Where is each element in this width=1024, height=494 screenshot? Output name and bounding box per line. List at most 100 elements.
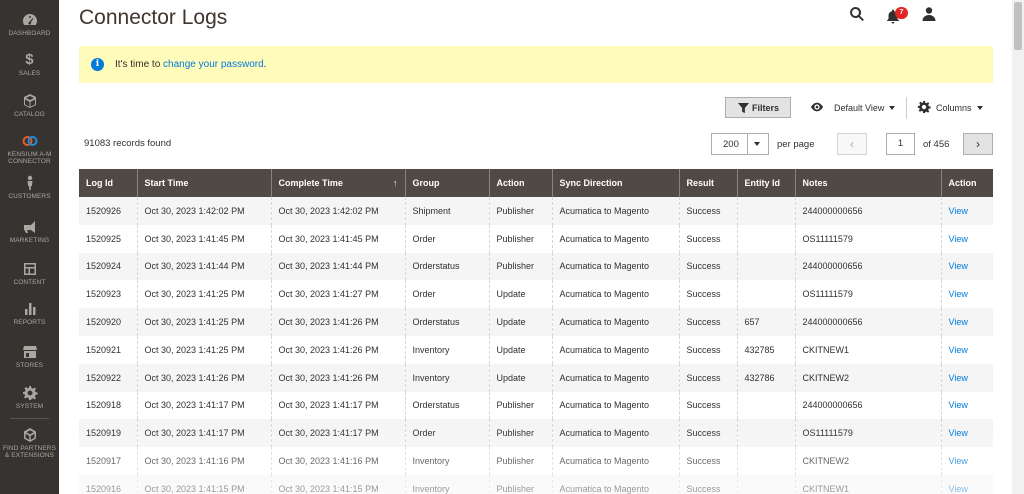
cube-icon xyxy=(22,427,38,443)
cell-notes: CKITNEW1 xyxy=(794,335,941,364)
nav-catalog[interactable]: CATALOG xyxy=(0,93,59,118)
cell-log-id: 1520917 xyxy=(79,447,137,475)
filters-button[interactable]: Filters xyxy=(725,97,791,118)
cell-view-link[interactable]: View xyxy=(940,308,993,336)
col-header-group[interactable]: Group xyxy=(404,169,489,197)
cell-notes: CKITNEW2 xyxy=(794,363,941,392)
nav-system[interactable]: SYSTEM xyxy=(0,385,59,410)
cell-complete-time: Oct 30, 2023 1:41:15 PM xyxy=(270,474,405,494)
cell-result: Success xyxy=(678,474,737,494)
chevron-down-icon xyxy=(976,106,983,110)
cell-complete-time: Oct 30, 2023 1:41:44 PM xyxy=(270,252,405,281)
cell-group: Inventory xyxy=(404,447,489,475)
cell-entity-id xyxy=(736,419,795,448)
cell-entity-id: 432786 xyxy=(736,363,795,392)
cell-log-id: 1520925 xyxy=(79,224,137,253)
nav-dashboard[interactable]: DASHBOARD xyxy=(0,12,59,37)
col-header-start-time[interactable]: Start Time xyxy=(136,169,271,197)
nav-kensium-connector[interactable]: KENSIUM A-M CONNECTOR xyxy=(0,133,59,165)
cell-complete-time: Oct 30, 2023 1:41:16 PM xyxy=(270,447,405,475)
col-header-log-id[interactable]: Log Id xyxy=(79,169,137,197)
page-scrollbar[interactable] xyxy=(1012,0,1024,494)
previous-page-button[interactable]: ‹ xyxy=(837,133,867,155)
cell-log-id: 1520924 xyxy=(79,252,137,281)
nav-stores[interactable]: STORES xyxy=(0,344,59,369)
cell-log-id: 1520921 xyxy=(79,335,137,364)
cell-start-time: Oct 30, 2023 1:41:44 PM xyxy=(136,252,271,281)
nav-marketing[interactable]: MARKETING xyxy=(0,219,59,244)
cell-notes: CKITNEW1 xyxy=(794,474,941,494)
table-row: 1520919 Oct 30, 2023 1:41:17 PM Oct 30, 20… xyxy=(79,419,993,448)
cell-group: Orderstatus xyxy=(404,252,489,281)
col-header-action[interactable]: Action xyxy=(488,169,552,197)
cell-start-time: Oct 30, 2023 1:41:25 PM xyxy=(136,280,271,309)
col-header-result[interactable]: Result xyxy=(678,169,737,197)
cell-view-link[interactable]: View xyxy=(940,391,993,420)
cell-view-link[interactable]: View xyxy=(940,197,993,225)
cell-complete-time: Oct 30, 2023 1:41:17 PM xyxy=(270,419,405,448)
cell-group: Order xyxy=(404,280,489,309)
nav-reports[interactable]: REPORTS xyxy=(0,301,59,326)
col-header-entity-id[interactable]: Entity Id xyxy=(736,169,795,197)
nav-content[interactable]: CONTENT xyxy=(0,261,59,286)
cell-sync-direction: Acumatica to Magento xyxy=(551,419,679,448)
cell-notes: OS11111579 xyxy=(794,419,941,448)
cell-view-link[interactable]: View xyxy=(940,252,993,281)
global-search-button[interactable] xyxy=(849,6,867,24)
gear-icon xyxy=(22,385,38,401)
cell-complete-time: Oct 30, 2023 1:41:45 PM xyxy=(270,224,405,253)
cell-log-id: 1520919 xyxy=(79,419,137,448)
cell-notes: 244000000656 xyxy=(794,308,941,336)
per-page-toggle[interactable] xyxy=(747,134,768,154)
cell-start-time: Oct 30, 2023 1:41:45 PM xyxy=(136,224,271,253)
col-header-complete-time[interactable]: Complete Time ↑ xyxy=(270,169,405,197)
cell-group: Inventory xyxy=(404,363,489,392)
toolbar-divider xyxy=(906,97,907,119)
cell-view-link[interactable]: View xyxy=(940,335,993,364)
cell-result: Success xyxy=(678,391,737,420)
current-page-input[interactable]: 1 xyxy=(886,133,915,155)
cell-notes: OS11111579 xyxy=(794,280,941,309)
cell-action: Publisher xyxy=(488,224,552,253)
cell-entity-id xyxy=(736,197,795,225)
col-header-sync-direction[interactable]: Sync Direction xyxy=(551,169,679,197)
cell-entity-id xyxy=(736,474,795,494)
cell-result: Success xyxy=(678,308,737,336)
cell-result: Success xyxy=(678,197,737,225)
cell-view-link[interactable]: View xyxy=(940,224,993,253)
col-header-notes[interactable]: Notes xyxy=(794,169,941,197)
nav-sales[interactable]: $ SALES xyxy=(0,52,59,78)
cell-view-link[interactable]: View xyxy=(940,447,993,475)
chevron-down-icon xyxy=(889,106,896,110)
cell-group: Inventory xyxy=(404,335,489,364)
sort-ascending-icon: ↑ xyxy=(393,178,398,188)
cell-action: Publisher xyxy=(488,391,552,420)
cell-result: Success xyxy=(678,224,737,253)
nav-label: STORES xyxy=(15,362,44,369)
nav-find-partners[interactable]: FIND PARTNERS & EXTENSIONS xyxy=(0,427,59,459)
bar-chart-icon xyxy=(22,301,38,317)
nav-customers[interactable]: CUSTOMERS xyxy=(0,175,59,200)
megaphone-icon xyxy=(22,219,38,235)
cell-sync-direction: Acumatica to Magento xyxy=(551,280,679,309)
cell-action: Publisher xyxy=(488,474,552,494)
per-page-select[interactable]: 200 xyxy=(711,133,769,155)
cell-start-time: Oct 30, 2023 1:41:17 PM xyxy=(136,391,271,420)
next-page-button[interactable]: › xyxy=(963,133,993,155)
change-password-link[interactable]: change your password xyxy=(163,59,264,70)
cell-result: Success xyxy=(678,252,737,281)
person-icon xyxy=(22,175,38,191)
cell-complete-time: Oct 30, 2023 1:41:26 PM xyxy=(270,308,405,336)
cell-view-link[interactable]: View xyxy=(940,363,993,392)
scrollbar-thumb[interactable] xyxy=(1014,2,1022,50)
notification-count-badge: 7 xyxy=(895,7,908,19)
account-menu-button[interactable] xyxy=(921,6,939,24)
cell-view-link[interactable]: View xyxy=(940,280,993,309)
cell-start-time: Oct 30, 2023 1:41:16 PM xyxy=(136,447,271,475)
cell-start-time: Oct 30, 2023 1:41:25 PM xyxy=(136,308,271,336)
cell-view-link[interactable]: View xyxy=(940,474,993,494)
cell-action: Publisher xyxy=(488,447,552,475)
total-pages: of 456 xyxy=(923,139,950,150)
cell-sync-direction: Acumatica to Magento xyxy=(551,224,679,253)
cell-view-link[interactable]: View xyxy=(940,419,993,448)
